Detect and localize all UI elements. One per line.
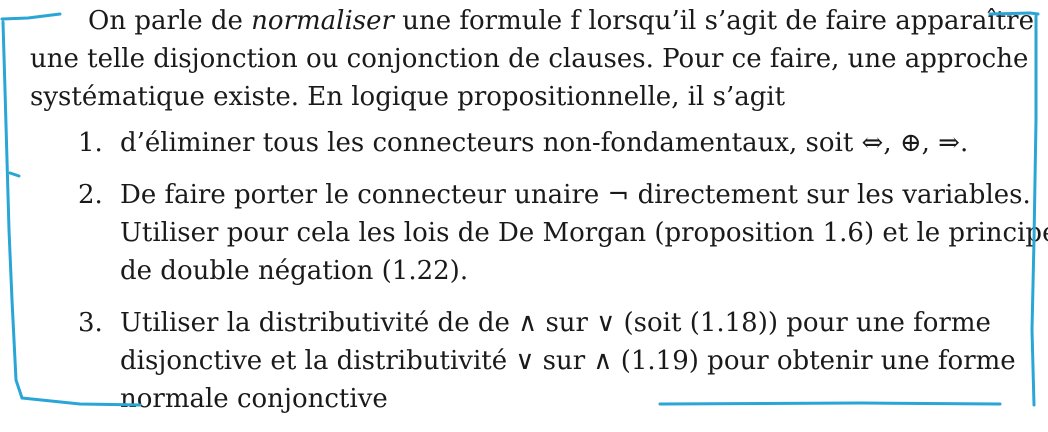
list-line: De faire porter le connecteur unaire ¬ d… xyxy=(120,180,1031,210)
intro-paragraph: On parle de normaliser une formule f lor… xyxy=(30,2,1034,116)
paragraph-text: On parle de xyxy=(88,6,252,36)
list-item: 1. d’éliminer tous les connecteurs non-f… xyxy=(78,124,1018,162)
list-line: Utiliser la distributivité de de ∧ sur ∨… xyxy=(120,308,991,338)
document-page: On parle de normaliser une formule f lor… xyxy=(0,0,1048,414)
list-line: disjonctive et la distributivité ∨ sur ∧… xyxy=(120,346,1016,376)
paragraph-text: une formule f lorsqu’il s’agit de faire … xyxy=(393,6,1034,36)
list-item-text: Utiliser la distributivité de de ∧ sur ∨… xyxy=(120,304,1018,418)
paragraph-line-2: une telle disjonction ou conjonction de … xyxy=(30,44,1029,74)
steps-list: 1. d’éliminer tous les connecteurs non-f… xyxy=(78,124,1048,432)
paragraph-line-1: On parle de normaliser une formule f lor… xyxy=(30,2,1034,40)
list-line: normale conjonctive xyxy=(120,384,388,414)
list-item: 3. Utiliser la distributivité de de ∧ su… xyxy=(78,304,1018,418)
list-item-text: d’éliminer tous les connecteurs non-fond… xyxy=(120,124,1018,162)
list-item-text: De faire porter le connecteur unaire ¬ d… xyxy=(120,176,1048,290)
list-number: 1. xyxy=(78,128,103,158)
list-line: de double négation (1.22). xyxy=(120,256,469,286)
list-line: d’éliminer tous les connecteurs non-fond… xyxy=(120,128,969,158)
list-line: Utiliser pour cela les lois de De Morgan… xyxy=(120,218,1048,248)
list-item: 2. De faire porter le connecteur unaire … xyxy=(78,176,1048,290)
list-number: 3. xyxy=(78,308,103,338)
paragraph-line-3: systématique existe. En logique proposit… xyxy=(30,82,786,112)
list-number: 2. xyxy=(78,180,103,210)
emphasized-term: normaliser xyxy=(251,6,394,36)
